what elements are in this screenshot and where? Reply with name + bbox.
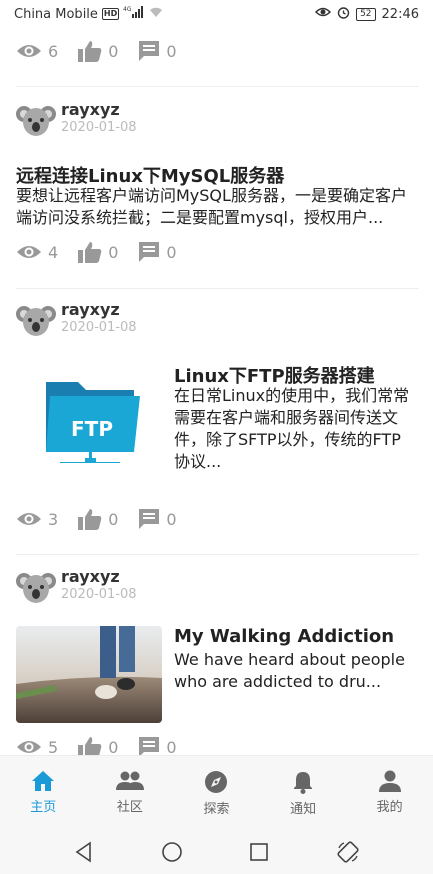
tab-profile[interactable]: 我的 [346, 756, 433, 829]
status-bar: China Mobile HD 4G 52 22:46 [0, 0, 433, 28]
post-date: 2020-01-08 [61, 120, 137, 135]
post-author[interactable]: rayxyz 2020-01-08 [16, 300, 137, 340]
wifi-icon [149, 6, 163, 22]
post-stats: 4 0 0 [16, 239, 197, 265]
ftp-folder-icon: FTP [46, 382, 140, 463]
post-thumbnail[interactable]: FTP [16, 366, 162, 463]
signal-icon: 4G [123, 6, 145, 22]
view-stat: 3 [16, 510, 58, 529]
tab-notifications[interactable]: 通知 [260, 756, 347, 829]
author-name: rayxyz [61, 300, 120, 319]
koala-avatar-icon [16, 306, 56, 336]
compass-icon [205, 771, 228, 793]
like-button[interactable]: 0 [78, 508, 118, 530]
battery-icon: 52 [356, 7, 376, 21]
bell-icon [294, 772, 313, 794]
comment-button[interactable]: 0 [138, 40, 177, 62]
post-date: 2020-01-08 [61, 587, 137, 602]
eye-icon [17, 45, 41, 57]
koala-avatar-icon [16, 573, 56, 603]
eye-icon [17, 246, 41, 258]
author-name: rayxyz [61, 567, 120, 586]
eye-comfort-icon [315, 6, 332, 22]
thumbs-up-icon [78, 509, 102, 530]
divider [16, 86, 419, 87]
comment-button[interactable]: 0 [138, 508, 177, 530]
comment-icon [139, 509, 160, 529]
post-summary[interactable]: 要想让远程客户端访问MySQL服务器，一是要确定客户端访问没系统拦截；二是要配置… [16, 185, 419, 229]
view-stat: 5 [16, 738, 58, 755]
post-summary[interactable]: We have heard about people who are addic… [174, 649, 416, 693]
post-date: 2020-01-08 [61, 320, 137, 335]
carrier-name: China Mobile [14, 6, 98, 22]
network-type: 4G [123, 6, 132, 13]
like-button[interactable]: 0 [78, 241, 118, 263]
view-stat: 6 [16, 42, 58, 61]
back-icon[interactable] [73, 840, 95, 863]
thumb-label: FTP [71, 417, 113, 441]
post-stats: 6 0 0 [16, 38, 197, 64]
post-thumbnail[interactable] [16, 626, 162, 723]
bottom-navigation: 主页 社区 探索 通知 我的 [0, 755, 433, 829]
like-button[interactable]: 0 [78, 40, 118, 62]
home-icon [32, 771, 55, 791]
thumbs-up-icon [78, 41, 102, 62]
person-icon [378, 770, 401, 792]
comment-button[interactable]: 0 [138, 736, 177, 755]
post-stats: 5 0 0 [16, 734, 197, 755]
comment-button[interactable]: 0 [138, 241, 177, 263]
walking-photo-image [16, 626, 162, 723]
divider [16, 554, 419, 555]
alarm-icon [337, 6, 350, 23]
like-button[interactable]: 0 [78, 736, 118, 755]
eye-icon [17, 513, 41, 525]
tab-home[interactable]: 主页 [0, 756, 87, 829]
eye-icon [17, 741, 41, 753]
post-stats: 3 0 0 [16, 506, 197, 532]
clock: 22:46 [381, 6, 419, 22]
view-stat: 4 [16, 243, 58, 262]
recents-icon[interactable] [248, 841, 270, 863]
thumbs-up-icon [78, 242, 102, 263]
post-feed[interactable]: 6 0 0 rayxyz 2020-01-08 远程连接Linux下MySQL服… [0, 28, 433, 755]
people-icon [115, 771, 144, 790]
thumbs-up-icon [78, 737, 102, 755]
post-title[interactable]: My Walking Addiction [174, 626, 394, 647]
system-navigation-bar [0, 829, 433, 874]
home-circle-icon[interactable] [161, 841, 183, 863]
author-name: rayxyz [61, 100, 120, 119]
koala-avatar-icon [16, 106, 56, 136]
hd-badge: HD [101, 8, 120, 20]
post-summary[interactable]: 在日常Linux的使用中，我们常常需要在客户端和服务器间传送文件，除了SFTP以… [174, 385, 416, 473]
comment-icon [139, 41, 160, 61]
rotate-icon[interactable] [336, 840, 360, 864]
tab-explore[interactable]: 探索 [173, 756, 260, 829]
comment-icon [139, 737, 160, 755]
divider [16, 288, 419, 289]
tab-community[interactable]: 社区 [87, 756, 174, 829]
post-author[interactable]: rayxyz 2020-01-08 [16, 100, 137, 140]
comment-icon [139, 242, 160, 262]
post-author[interactable]: rayxyz 2020-01-08 [16, 567, 137, 607]
